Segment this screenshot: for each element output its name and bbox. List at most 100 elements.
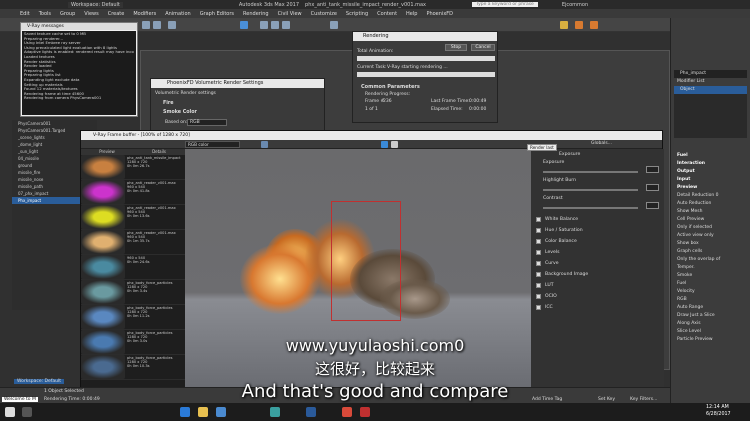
move-icon[interactable] xyxy=(260,21,268,29)
history-item[interactable]: phx_anti_tank_missile_impact 1280 x 720 0h… xyxy=(81,155,185,180)
fire-rollout[interactable]: Fire xyxy=(163,101,174,106)
history-item[interactable]: phx_body_force_particles 1280 x 720 0h 0m … xyxy=(81,280,185,305)
smoke-color-rollout[interactable]: Smoke Color xyxy=(163,110,197,115)
snap-icon[interactable] xyxy=(330,21,338,29)
rollout-interaction[interactable]: Interaction xyxy=(671,160,750,168)
vray-messages-title[interactable]: V-Ray messages xyxy=(21,23,137,30)
user-name[interactable]: Ejcommon xyxy=(562,2,588,8)
store-icon[interactable] xyxy=(216,407,226,417)
link-icon[interactable] xyxy=(168,21,176,29)
modifier-stack-item[interactable]: Object xyxy=(674,86,747,94)
history-item[interactable]: phx_anti_reader_v001.max 960 x 540 0h 1m 3… xyxy=(81,230,185,255)
checkbox[interactable] xyxy=(536,239,541,244)
preview-option[interactable]: Cell Preview xyxy=(671,216,750,224)
search-icon[interactable] xyxy=(22,407,32,417)
cancel-button[interactable]: Cancel xyxy=(471,44,495,51)
render-last-icon[interactable] xyxy=(381,141,388,148)
save-image-icon[interactable] xyxy=(261,141,268,148)
checkbox[interactable] xyxy=(536,294,541,299)
rollout-preview[interactable]: Preview xyxy=(671,184,750,192)
region-render-icon[interactable] xyxy=(391,141,398,148)
start-icon[interactable] xyxy=(5,407,15,417)
rollout-fuel[interactable]: Fuel xyxy=(671,152,750,160)
checkbox[interactable] xyxy=(536,261,541,266)
common-params-header[interactable]: Common Parameters xyxy=(361,84,420,90)
checkbox[interactable] xyxy=(536,283,541,288)
preview-option[interactable]: Velocity xyxy=(671,288,750,296)
detail-reduction[interactable]: Detail Reduction 0 xyxy=(671,192,750,200)
channel-select[interactable]: RGB color xyxy=(185,141,240,148)
correction-lut[interactable]: LUT xyxy=(531,280,664,291)
menu-edit[interactable]: Edit xyxy=(20,11,30,17)
menu-group[interactable]: Group xyxy=(60,11,75,17)
preview-option[interactable]: Only the overlap of xyxy=(671,256,750,264)
preview-option[interactable]: Auto Reduction xyxy=(671,200,750,208)
preview-option[interactable]: Fuel xyxy=(671,280,750,288)
rotate-icon[interactable] xyxy=(271,21,279,29)
history-item[interactable]: phx_body_force_particles 1280 x 720 0h 0m … xyxy=(81,305,185,330)
preview-option[interactable]: Show box xyxy=(671,240,750,248)
stop-button[interactable]: Stop xyxy=(445,44,467,51)
checkbox[interactable] xyxy=(536,228,541,233)
history-item[interactable]: phx_anti_reader_v001.max 960 x 540 0h 0m 4… xyxy=(81,180,185,205)
frame-buffer-title[interactable]: V-Ray Frame buffer - [100% of 1280 x 720… xyxy=(81,131,662,140)
correction-background-image[interactable]: Background Image xyxy=(531,269,664,280)
checkbox[interactable] xyxy=(536,250,541,255)
scene-item[interactable]: PhysCamera001 xyxy=(12,120,97,127)
clock-time[interactable]: 12:14 AM xyxy=(706,405,729,410)
menu-views[interactable]: Views xyxy=(84,11,98,17)
preview-option[interactable]: Along Axis xyxy=(671,320,750,328)
checkbox[interactable] xyxy=(536,305,541,310)
menu-animation[interactable]: Animation xyxy=(165,11,191,17)
menu-civil-view[interactable]: Civil View xyxy=(278,11,302,17)
render-icon[interactable] xyxy=(575,21,583,29)
correction-color-balance[interactable]: Color Balance xyxy=(531,236,664,247)
scale-icon[interactable] xyxy=(282,21,290,29)
photoshop-icon[interactable] xyxy=(306,407,316,417)
preview-option[interactable]: Temper. xyxy=(671,264,750,272)
menu-tools[interactable]: Tools xyxy=(39,11,51,17)
preview-option[interactable]: Draw Just a Slice xyxy=(671,312,750,320)
render-setup-icon[interactable] xyxy=(560,21,568,29)
highlight-burn-slider[interactable]: Highlight Burn xyxy=(531,178,664,196)
menu-rendering[interactable]: Rendering xyxy=(243,11,269,17)
globals-button[interactable]: Globals... xyxy=(591,141,612,146)
menu-graph-editors[interactable]: Graph Editors xyxy=(200,11,234,17)
menu-phoenixfd[interactable]: PhoenixFD xyxy=(426,11,453,17)
detail-reduction-value[interactable]: 0 xyxy=(716,193,719,198)
menu-modifiers[interactable]: Modifiers xyxy=(133,11,156,17)
clock-date[interactable]: 6/28/2017 xyxy=(706,412,731,417)
modifier-list-dropdown[interactable]: Modifier List xyxy=(671,78,750,86)
history-item[interactable]: 960 x 540 0h 0m 24.6s xyxy=(81,255,185,280)
history-item[interactable]: phx_anti_reader_v001.max 960 x 540 0h 0m 1… xyxy=(81,205,185,230)
preview-option[interactable]: Graph cells xyxy=(671,248,750,256)
preview-option[interactable]: Show Mesh xyxy=(671,208,750,216)
3dsmax-icon[interactable] xyxy=(270,407,280,417)
explorer-icon[interactable] xyxy=(198,407,208,417)
preview-option[interactable]: RGB xyxy=(671,296,750,304)
workspace-label[interactable]: Workspace: Default xyxy=(68,1,123,8)
menu-scripting[interactable]: Scripting xyxy=(346,11,368,17)
checkbox[interactable] xyxy=(536,217,541,222)
render-region-box[interactable] xyxy=(331,201,401,321)
chrome-icon[interactable] xyxy=(342,407,352,417)
checkbox[interactable] xyxy=(536,272,541,277)
volumetric-dialog-title[interactable]: PhoenixFD Volumetric Render Settings xyxy=(151,79,324,88)
rollout-input[interactable]: Input xyxy=(671,176,750,184)
correction-curve[interactable]: Curve xyxy=(531,258,664,269)
correction-icc[interactable]: ICC xyxy=(531,302,664,313)
exposure-slider[interactable]: Exposure xyxy=(531,160,664,178)
preview-option[interactable]: Slice Level xyxy=(671,328,750,336)
redo-icon[interactable] xyxy=(153,21,161,29)
correction-levels[interactable]: Levels xyxy=(531,247,664,258)
menu-create[interactable]: Create xyxy=(108,11,125,17)
edge-icon[interactable] xyxy=(180,407,190,417)
preview-option[interactable]: Active view only xyxy=(671,232,750,240)
based-on-select[interactable]: RGB xyxy=(187,119,227,126)
menu-customize[interactable]: Customize xyxy=(311,11,337,17)
preview-option[interactable]: Only if selected xyxy=(671,224,750,232)
rendering-dialog-title[interactable]: Rendering xyxy=(353,32,497,41)
rollout-output[interactable]: Output xyxy=(671,168,750,176)
correction-white-balance[interactable]: White Balance xyxy=(531,214,664,225)
correction-ocio[interactable]: OCIO xyxy=(531,291,664,302)
